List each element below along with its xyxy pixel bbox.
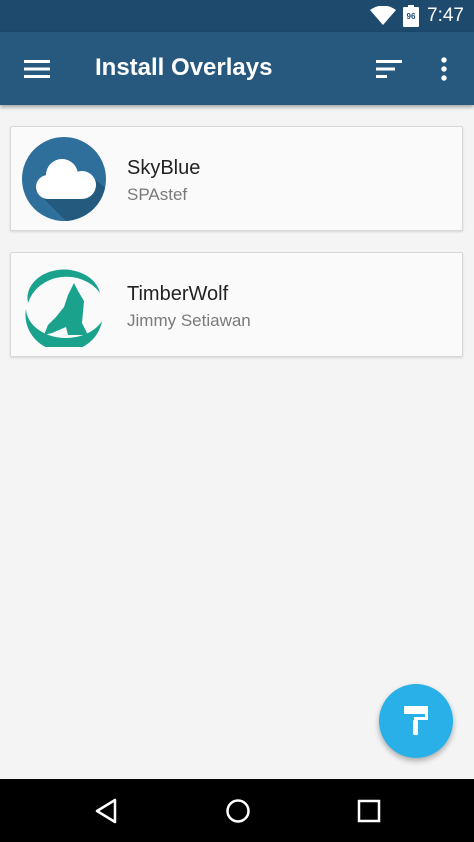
battery-level: 96 [407, 12, 416, 21]
navigation-bar [0, 779, 474, 842]
status-time: 7:47 [427, 5, 464, 26]
apply-overlays-fab[interactable] [379, 684, 453, 758]
overlay-name: SkyBlue [127, 157, 201, 179]
overlay-name: TimberWolf [127, 283, 229, 305]
paint-roller-icon [404, 706, 428, 735]
cloud-icon [22, 137, 106, 221]
overlay-card-skyblue[interactable]: SkyBlue SPAstef [10, 126, 463, 231]
status-bar: 96 7:47 [0, 0, 474, 32]
battery-icon: 96 [403, 5, 419, 27]
page-title: Install Overlays [95, 54, 273, 81]
overlay-card-timberwolf[interactable]: TimberWolf Jimmy Setiawan [10, 252, 463, 357]
wifi-icon [370, 6, 396, 25]
howling-wolf-icon [25, 269, 102, 347]
recents-icon[interactable] [357, 799, 381, 823]
back-icon[interactable] [94, 798, 118, 824]
menu-icon[interactable] [24, 59, 50, 79]
more-vert-icon[interactable] [440, 57, 448, 81]
sort-icon[interactable] [376, 59, 402, 79]
overlay-author: Jimmy Setiawan [127, 311, 251, 330]
app-bar: Install Overlays [0, 32, 474, 105]
home-icon[interactable] [225, 798, 251, 824]
overlay-author: SPAstef [127, 185, 188, 204]
